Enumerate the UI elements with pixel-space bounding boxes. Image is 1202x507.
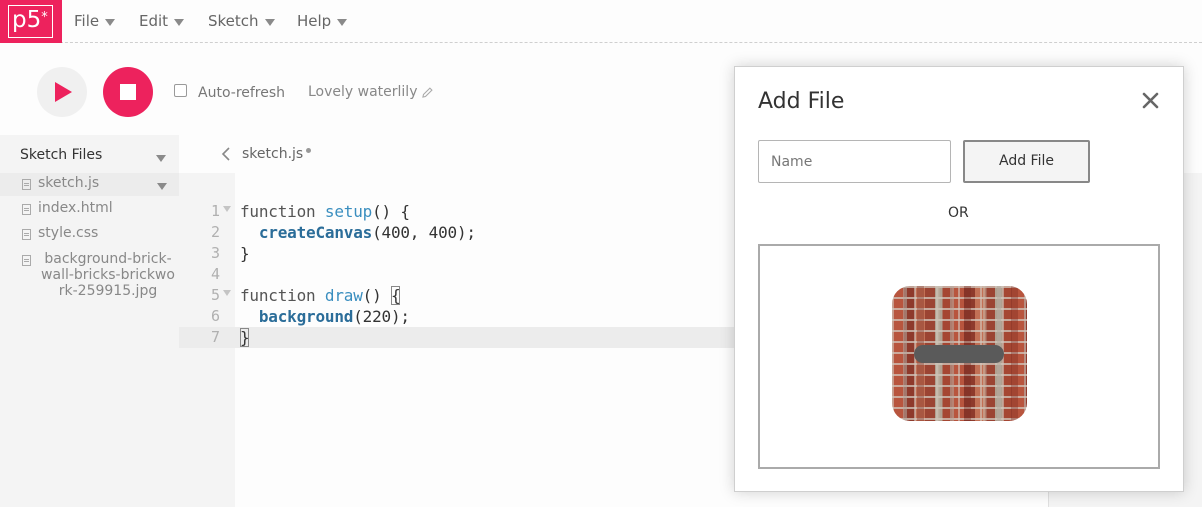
logo-text: p5* (12, 7, 48, 33)
line-number: 7 (210, 328, 220, 346)
menu-help-label: Help (297, 12, 332, 30)
code-token: setup (324, 202, 373, 221)
add-file-button[interactable]: Add File (963, 140, 1090, 183)
code-line[interactable]: function setup() { (240, 201, 410, 222)
code-line[interactable]: } (240, 243, 250, 264)
file-name: index.html (38, 200, 113, 216)
file-icon (22, 204, 31, 215)
chevron-down-icon[interactable] (156, 155, 166, 162)
file-name: style.css (38, 225, 99, 241)
chevron-down-icon (337, 18, 348, 26)
pencil-icon[interactable] (422, 86, 434, 98)
code-token: draw (324, 286, 363, 305)
code-token: function (240, 286, 325, 305)
file-icon (22, 179, 31, 190)
code-line[interactable]: createCanvas(400, 400); (240, 222, 476, 243)
menu-help[interactable]: Help (297, 12, 348, 30)
upload-progress-bar (914, 345, 1004, 363)
menu-file-label: File (74, 12, 100, 30)
chevron-down-icon[interactable] (157, 183, 167, 190)
code-token: background (258, 307, 354, 326)
code-token: (400, 400); (372, 223, 476, 242)
line-number: 1 (210, 202, 220, 220)
code-token: createCanvas (258, 223, 373, 242)
file-icon (22, 255, 31, 266)
chevron-down-icon (174, 18, 185, 26)
code-line[interactable]: function draw() { (240, 285, 401, 306)
line-number: 2 (210, 223, 220, 241)
chevron-down-icon (264, 18, 275, 26)
stop-button[interactable] (103, 67, 153, 117)
sidebar-item-brick-jpg[interactable]: background-brick-wall-bricks-brickwork-2… (0, 251, 179, 317)
chevron-down-icon (105, 18, 116, 26)
sidebar-item-index-html[interactable]: index.html (0, 198, 179, 221)
play-button[interactable] (37, 67, 87, 117)
p5-logo[interactable]: p5* (0, 0, 62, 43)
close-icon[interactable] (1142, 92, 1159, 109)
unsaved-dot-icon (306, 148, 311, 153)
menu-sketch-label: Sketch (208, 12, 259, 30)
line-number: 3 (210, 244, 220, 262)
menu-file[interactable]: File (74, 12, 116, 30)
code-token: (220); (353, 307, 410, 326)
code-line[interactable]: } (240, 327, 250, 348)
sidebar-title: Sketch Files (20, 147, 103, 163)
play-icon (55, 82, 72, 102)
auto-refresh-label: Auto-refresh (198, 85, 286, 101)
line-number: 5 (210, 286, 220, 304)
fold-icon[interactable] (223, 290, 231, 296)
sidebar-item-sketch-js[interactable]: sketch.js (0, 173, 179, 196)
code-token: function (240, 202, 325, 221)
or-divider: OR (948, 205, 969, 221)
fold-icon[interactable] (223, 206, 231, 212)
top-nav: p5* File Edit Sketch Help (0, 0, 1202, 43)
code-token: () (362, 286, 391, 305)
line-number: 4 (210, 265, 220, 283)
stop-icon (120, 84, 136, 100)
matching-bracket: } (240, 328, 250, 347)
matching-bracket: { (390, 286, 401, 305)
active-line-highlight (179, 327, 734, 348)
modal-title: Add File (758, 89, 845, 114)
file-name: background-brick-wall-bricks-brickwork-2… (41, 251, 175, 299)
auto-refresh-checkbox[interactable] (174, 84, 187, 97)
editor-tab-name: sketch.js (242, 146, 304, 162)
file-name: sketch.js (38, 175, 100, 191)
menu-edit[interactable]: Edit (139, 12, 185, 30)
chevron-left-icon[interactable] (221, 147, 231, 161)
code-line[interactable]: background(220); (240, 306, 410, 327)
file-icon (22, 229, 31, 240)
menu-edit-label: Edit (139, 12, 169, 30)
file-name-input[interactable] (758, 140, 951, 183)
menu-sketch[interactable]: Sketch (208, 12, 275, 30)
code-token: () { (372, 202, 410, 221)
project-name[interactable]: Lovely waterlily (308, 84, 434, 100)
line-number: 6 (210, 307, 220, 325)
project-name-text: Lovely waterlily (308, 84, 418, 100)
sidebar-item-style-css[interactable]: style.css (0, 223, 179, 246)
